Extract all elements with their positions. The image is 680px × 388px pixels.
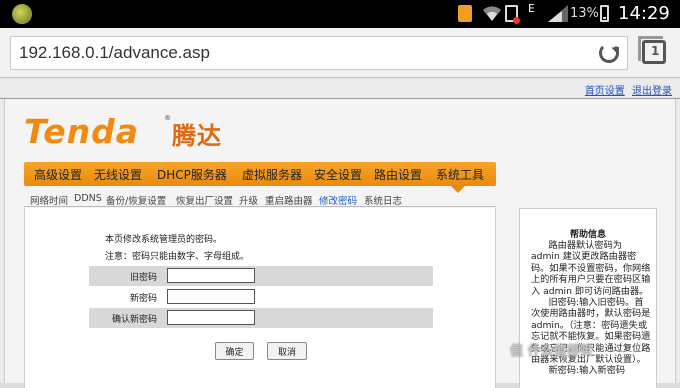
nav-virtual-server[interactable]: 虚拟服务器	[242, 166, 302, 183]
password-form-panel: 本页修改系统管理员的密码。 注意：密码只能由数字、字母组成。 旧密码 新密码 确…	[24, 208, 496, 388]
confirm-password-row: 确认新密码	[89, 308, 433, 328]
confirm-password-input[interactable]	[167, 310, 255, 325]
top-links: 首页设置 退出登录	[581, 82, 672, 97]
main-nav: 高级设置 无线设置 DHCP服务器 虚拟服务器 安全设置 路由设置 系统工具	[24, 162, 496, 186]
help-paragraph: 新密码:输入新密码	[548, 365, 626, 377]
address-bar[interactable]: 192.168.0.1/advance.asp	[10, 36, 628, 70]
watermark: 值 什么值得买	[510, 344, 593, 359]
tenda-logo: Tenda ® 腾达	[24, 112, 222, 151]
network-type: E	[528, 2, 535, 15]
sim-icon	[505, 5, 520, 24]
registered-mark: ®	[164, 114, 172, 122]
app-notification-icon	[12, 4, 32, 24]
cancel-button[interactable]: 取消	[267, 342, 307, 360]
nav-routing[interactable]: 路由设置	[374, 166, 422, 183]
reload-icon[interactable]	[599, 43, 619, 63]
nav-advanced[interactable]: 高级设置	[34, 166, 82, 183]
old-password-label: 旧密码	[129, 273, 157, 283]
nav-dhcp[interactable]: DHCP服务器	[157, 166, 227, 183]
signal-icon	[548, 5, 568, 22]
old-password-row: 旧密码	[89, 266, 433, 286]
wifi-icon	[483, 6, 501, 22]
help-paragraph: 路由器默认密码为 admin 建议更改路由器密码。如果不设置密码，你网络上的所有…	[531, 240, 651, 297]
nav-active-pointer	[451, 186, 465, 193]
nav-system-tools[interactable]: 系统工具	[436, 166, 484, 183]
battery-percent: 13%	[570, 6, 599, 21]
subnav-upgrade[interactable]: 升级	[239, 193, 258, 207]
document-notification-icon	[458, 5, 472, 22]
form-description: 本页修改系统管理员的密码。	[105, 235, 223, 245]
subnav-change-password[interactable]: 修改密码	[319, 193, 357, 207]
browser-toolbar: 192.168.0.1/advance.asp 1	[0, 28, 680, 78]
home-settings-link[interactable]: 首页设置	[585, 86, 625, 97]
tab-count: 1	[651, 44, 660, 58]
subnav-factory-reset[interactable]: 恢复出厂设置	[176, 193, 233, 207]
nav-security[interactable]: 安全设置	[314, 166, 362, 183]
battery-icon	[600, 5, 609, 22]
subnav-system-log[interactable]: 系统日志	[364, 193, 402, 207]
web-page: 首页设置 退出登录 Tenda ® 腾达 高级设置 无线设置 DHCP服务器 虚…	[0, 78, 680, 388]
subnav-divider	[24, 206, 496, 207]
help-title: 帮助信息	[569, 230, 606, 240]
tabs-button[interactable]: 1	[638, 36, 666, 64]
confirm-password-label: 确认新密码	[111, 315, 157, 325]
old-password-input[interactable]	[167, 268, 255, 283]
subnav-ddns[interactable]: DDNS	[74, 193, 102, 204]
logout-link[interactable]: 退出登录	[632, 86, 672, 97]
clock: 14:29	[618, 3, 670, 24]
new-password-input[interactable]	[167, 289, 255, 304]
subnav-reboot[interactable]: 重启路由器	[265, 193, 313, 207]
subnav-backup-restore[interactable]: 备份/恢复设置	[106, 193, 166, 207]
nav-wireless[interactable]: 无线设置	[94, 166, 142, 183]
address-text: 192.168.0.1/advance.asp	[19, 43, 210, 62]
ok-button[interactable]: 确定	[215, 342, 254, 360]
new-password-row: 新密码	[89, 287, 433, 307]
subnav-network-time[interactable]: 网络时间	[30, 193, 68, 207]
help-panel: 帮助信息 路由器默认密码为 admin 建议更改路由器密码。如果不设置密码，你网…	[519, 208, 657, 388]
status-bar: E 13% 14:29	[0, 0, 680, 28]
form-note: 注意：密码只能由数字、字母组成。	[105, 252, 250, 262]
new-password-label: 新密码	[129, 294, 157, 304]
